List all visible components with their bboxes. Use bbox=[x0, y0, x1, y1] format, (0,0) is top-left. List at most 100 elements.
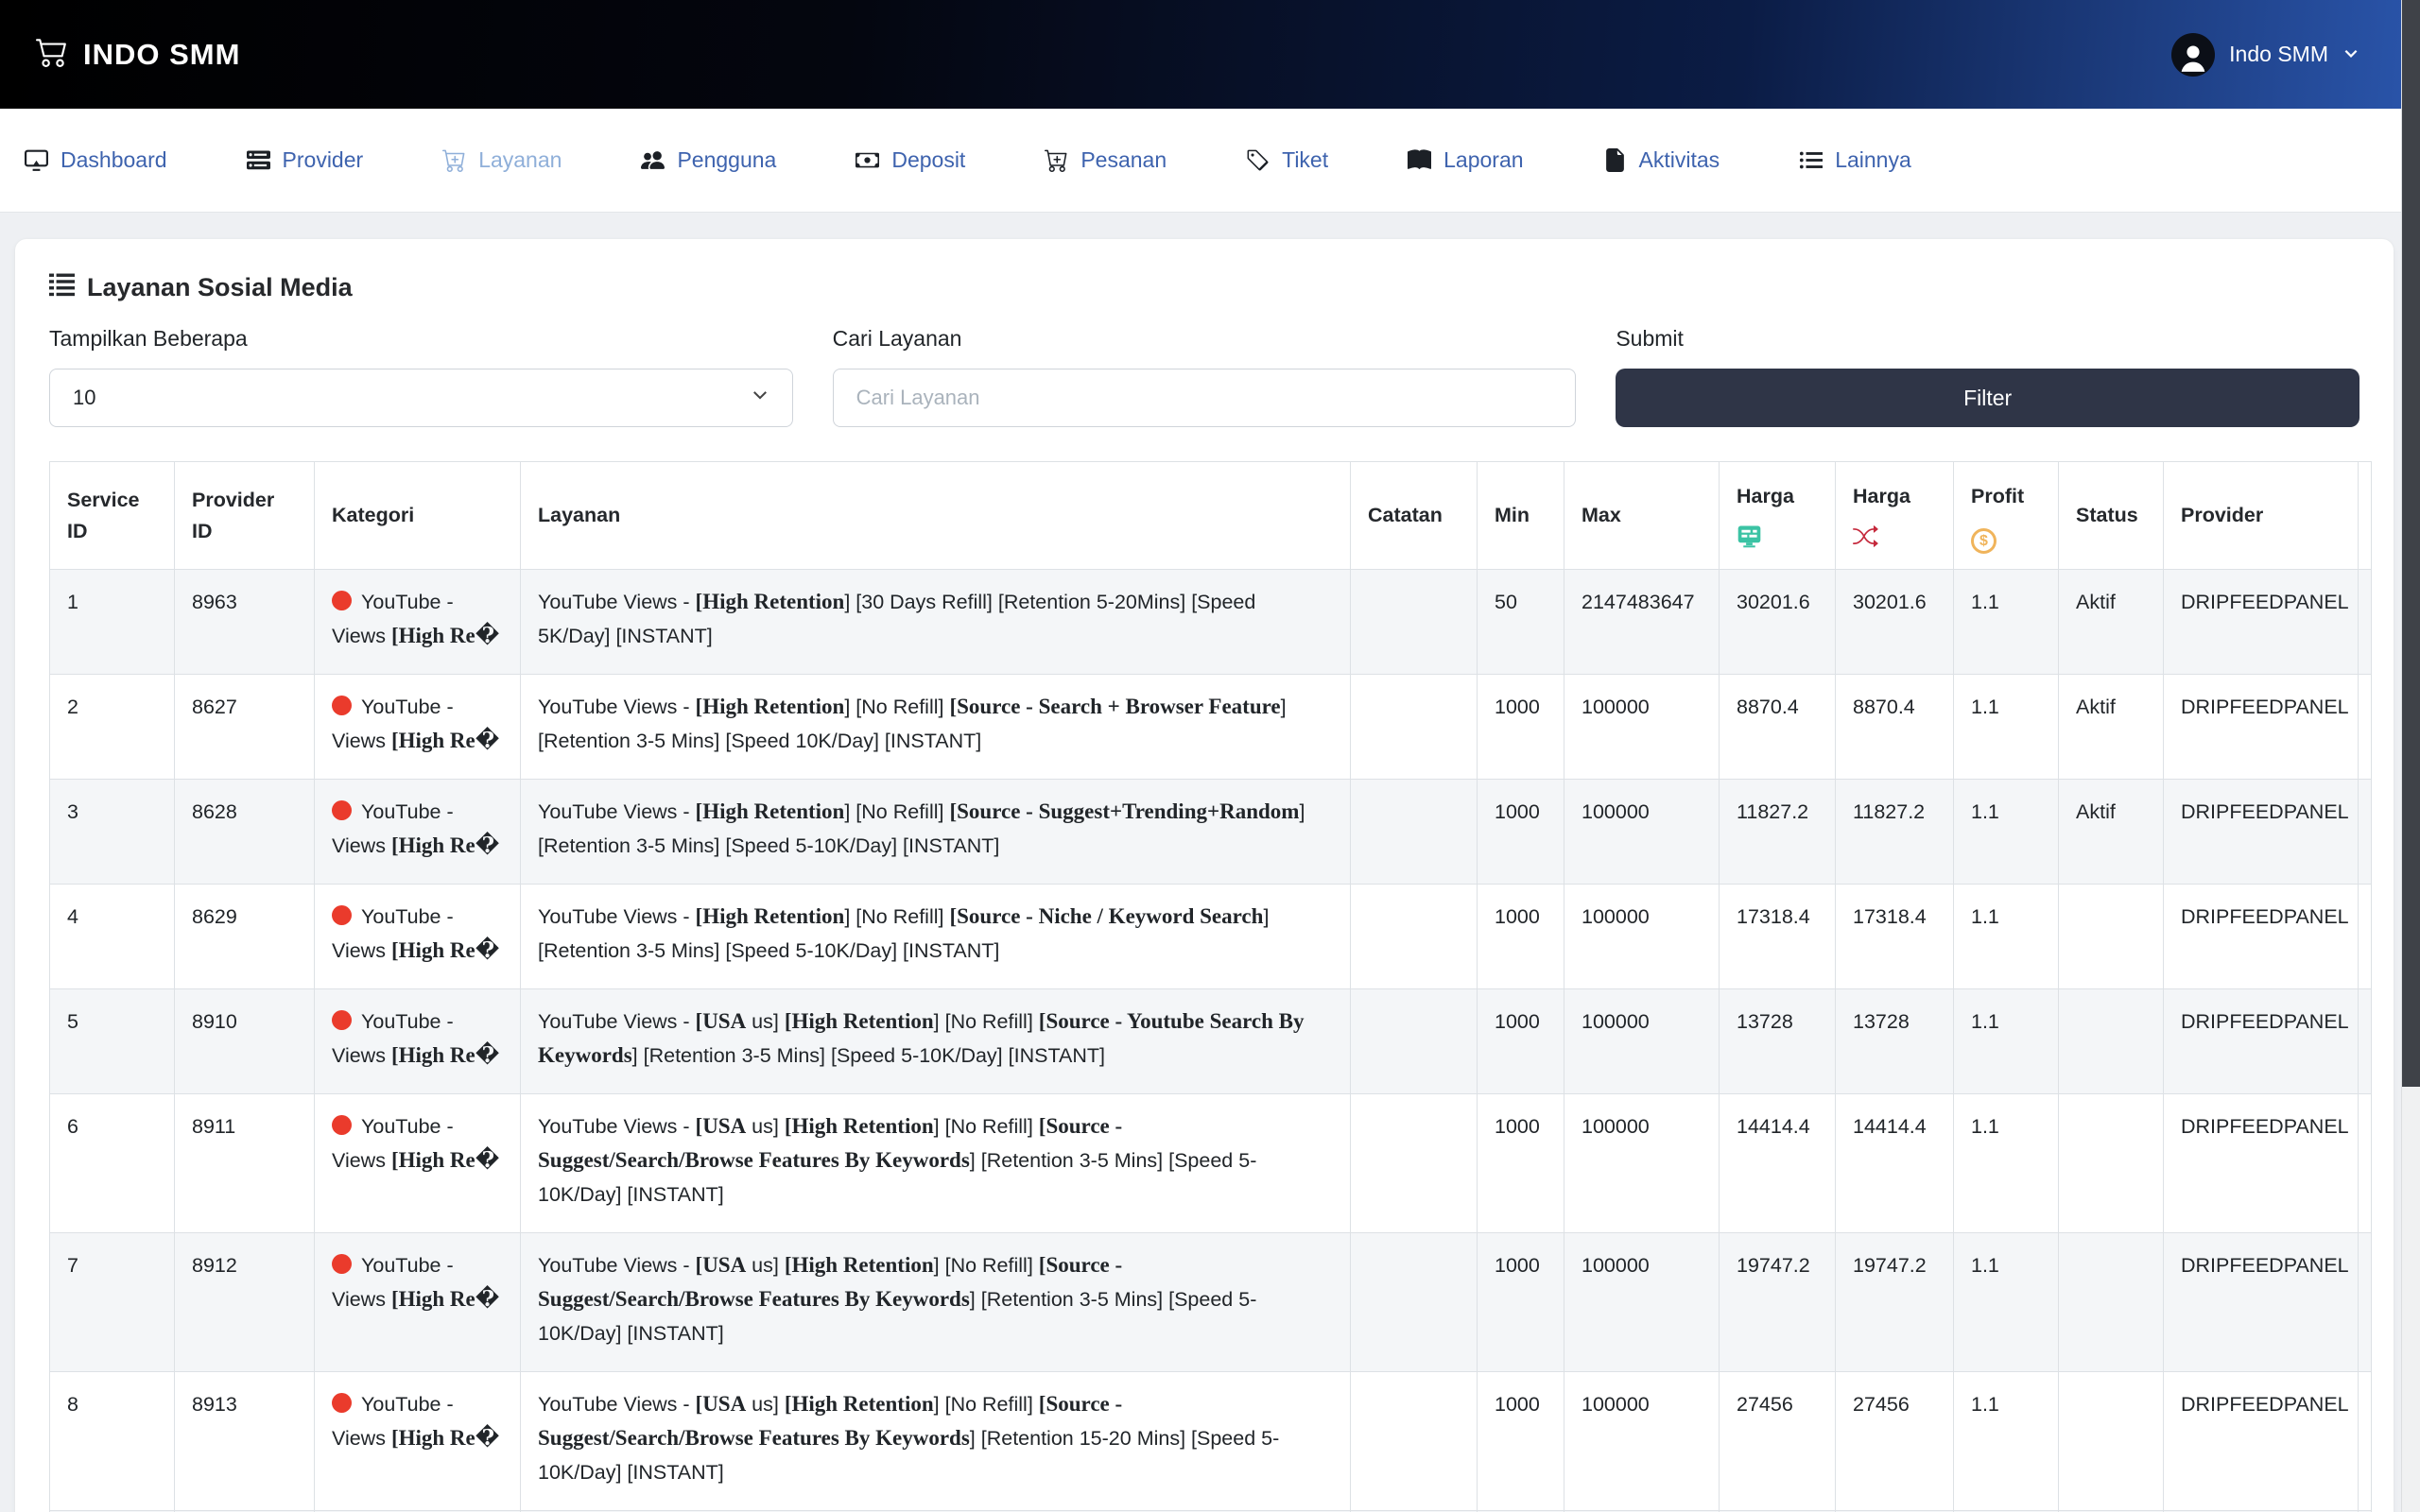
bold-segment: [High Re� bbox=[391, 1148, 499, 1172]
cell-status bbox=[2059, 1233, 2164, 1372]
nav-item-dashboard[interactable]: Dashboard bbox=[25, 147, 167, 173]
red-dot-icon bbox=[332, 1393, 352, 1413]
cell-kategori: YouTube - Views [High Re� bbox=[315, 885, 521, 989]
bold-segment: [USA bbox=[696, 1114, 747, 1138]
cell-spacer bbox=[2359, 675, 2372, 780]
page-size-select[interactable]: 10 bbox=[49, 369, 793, 427]
cell-service-id: 2 bbox=[50, 675, 175, 780]
bold-segment: [USA bbox=[696, 1009, 747, 1033]
nav-item-deposit[interactable]: Deposit bbox=[856, 147, 965, 173]
cell-status bbox=[2059, 1372, 2164, 1511]
nav-item-pesanan[interactable]: Pesanan bbox=[1045, 147, 1167, 173]
nav-item-provider[interactable]: Provider bbox=[247, 147, 364, 173]
cell-harga-jual: 11827.2 bbox=[1836, 780, 1954, 885]
bold-segment: [Source - Search + Browser Feature bbox=[949, 695, 1280, 718]
column-header-label: Provider bbox=[2181, 504, 2263, 526]
column-header-max: Max bbox=[1564, 462, 1720, 570]
bold-segment: [High Re� bbox=[391, 833, 499, 857]
cell-min: 50 bbox=[1478, 570, 1564, 675]
column-header-label: Harga bbox=[1853, 485, 1910, 507]
cell-harga-beli: 30201.6 bbox=[1720, 570, 1836, 675]
cell-catatan bbox=[1351, 570, 1478, 675]
red-dot-icon bbox=[332, 591, 352, 610]
table-row: 68911YouTube - Views [High Re�YouTube Vi… bbox=[50, 1094, 2372, 1233]
cell-layanan: YouTube Views - [High Retention] [No Ref… bbox=[521, 885, 1351, 989]
chevron-down-icon bbox=[2342, 42, 2360, 67]
book-icon bbox=[1408, 148, 1431, 172]
main-nav: Dashboard Provider Layanan Pengguna Deposit P… bbox=[0, 109, 2420, 213]
cell-kategori: YouTube - Views [High Re� bbox=[315, 570, 521, 675]
nav-item-label: Pesanan bbox=[1080, 147, 1167, 173]
cell-layanan: YouTube Views - [USA us] [High Retention… bbox=[521, 1094, 1351, 1233]
nav-item-label: Laporan bbox=[1443, 147, 1523, 173]
nav-item-aktivitas[interactable]: Aktivitas bbox=[1603, 147, 1720, 173]
column-header-label: Provider ID bbox=[192, 489, 274, 542]
cell-service-id: 8 bbox=[50, 1372, 175, 1511]
brand-title: INDO SMM bbox=[83, 38, 240, 72]
cash-register-icon bbox=[1737, 524, 1818, 550]
nav-item-laporan[interactable]: Laporan bbox=[1408, 147, 1523, 173]
cell-harga-jual: 30201.6 bbox=[1836, 570, 1954, 675]
cell-provider-id: 8627 bbox=[175, 675, 315, 780]
brand: INDO SMM bbox=[36, 35, 240, 75]
server-icon bbox=[247, 148, 270, 172]
bold-segment: [High Retention bbox=[696, 904, 845, 928]
cell-min: 1000 bbox=[1478, 885, 1564, 989]
shuffle-icon bbox=[1853, 524, 1936, 550]
bold-segment: [Source - Niche / Keyword Search bbox=[949, 904, 1263, 928]
cell-spacer bbox=[2359, 885, 2372, 989]
bold-segment: [USA bbox=[696, 1392, 747, 1416]
cell-max: 2147483647 bbox=[1564, 570, 1720, 675]
nav-item-lainnya[interactable]: Lainnya bbox=[1799, 147, 1911, 173]
scrollbar-thumb[interactable] bbox=[2402, 0, 2420, 1087]
cell-provider: DRIPFEEDPANEL bbox=[2164, 570, 2359, 675]
column-header-min: Min bbox=[1478, 462, 1564, 570]
cell-harga-jual: 19747.2 bbox=[1836, 1233, 1954, 1372]
cell-profit: 1.1 bbox=[1954, 989, 2059, 1094]
cell-provider: DRIPFEEDPANEL bbox=[2164, 675, 2359, 780]
cell-service-id: 4 bbox=[50, 885, 175, 989]
list-icon bbox=[1799, 148, 1823, 172]
nav-item-label: Deposit bbox=[891, 147, 965, 173]
cell-profit: 1.1 bbox=[1954, 570, 2059, 675]
tag-icon bbox=[1246, 148, 1270, 172]
table-row: 18963YouTube - Views [High Re�YouTube Vi… bbox=[50, 570, 2372, 675]
cell-kategori: YouTube - Views [High Re� bbox=[315, 675, 521, 780]
nav-item-tiket[interactable]: Tiket bbox=[1246, 147, 1328, 173]
nav-item-layanan[interactable]: Layanan bbox=[442, 147, 562, 173]
page-size-label: Tampilkan Beberapa bbox=[49, 326, 793, 352]
bold-segment: [High Re� bbox=[391, 1426, 499, 1450]
cell-max: 100000 bbox=[1564, 989, 1720, 1094]
nav-item-pengguna[interactable]: Pengguna bbox=[641, 147, 776, 173]
submit-label: Submit bbox=[1616, 326, 2360, 352]
red-dot-icon bbox=[332, 1254, 352, 1274]
cell-catatan bbox=[1351, 989, 1478, 1094]
bold-segment: [High Retention bbox=[785, 1009, 934, 1033]
search-input[interactable] bbox=[833, 369, 1577, 427]
cell-provider-id: 8913 bbox=[175, 1372, 315, 1511]
cart-plus-icon bbox=[1045, 148, 1068, 172]
page-title: Layanan Sosial Media bbox=[49, 271, 2360, 303]
column-header-layanan: Layanan bbox=[521, 462, 1351, 570]
table-row: 48629YouTube - Views [High Re�YouTube Vi… bbox=[50, 885, 2372, 989]
cell-profit: 1.1 bbox=[1954, 1233, 2059, 1372]
search-label: Cari Layanan bbox=[833, 326, 1577, 352]
table-row: 78912YouTube - Views [High Re�YouTube Vi… bbox=[50, 1233, 2372, 1372]
column-header-label: Profit bbox=[1971, 485, 2024, 507]
cell-min: 1000 bbox=[1478, 1233, 1564, 1372]
cell-status: Aktif bbox=[2059, 570, 2164, 675]
coin-icon: $ bbox=[1971, 524, 2041, 550]
cell-layanan: YouTube Views - [High Retention] [30 Day… bbox=[521, 570, 1351, 675]
page-scrollbar[interactable] bbox=[2401, 0, 2420, 1512]
cell-catatan bbox=[1351, 675, 1478, 780]
cell-harga-beli: 27456 bbox=[1720, 1372, 1836, 1511]
cell-kategori: YouTube - Views [High Re� bbox=[315, 1372, 521, 1511]
list-icon bbox=[49, 271, 75, 303]
filter-button[interactable]: Filter bbox=[1616, 369, 2360, 427]
cell-harga-beli: 17318.4 bbox=[1720, 885, 1836, 989]
cell-kategori: YouTube - Views [High Re� bbox=[315, 1094, 521, 1233]
user-menu[interactable]: Indo SMM bbox=[2171, 33, 2360, 77]
column-header-provider_id: Provider ID bbox=[175, 462, 315, 570]
submit-control: Submit Filter bbox=[1616, 326, 2360, 427]
bold-segment: [High Re� bbox=[391, 729, 499, 752]
